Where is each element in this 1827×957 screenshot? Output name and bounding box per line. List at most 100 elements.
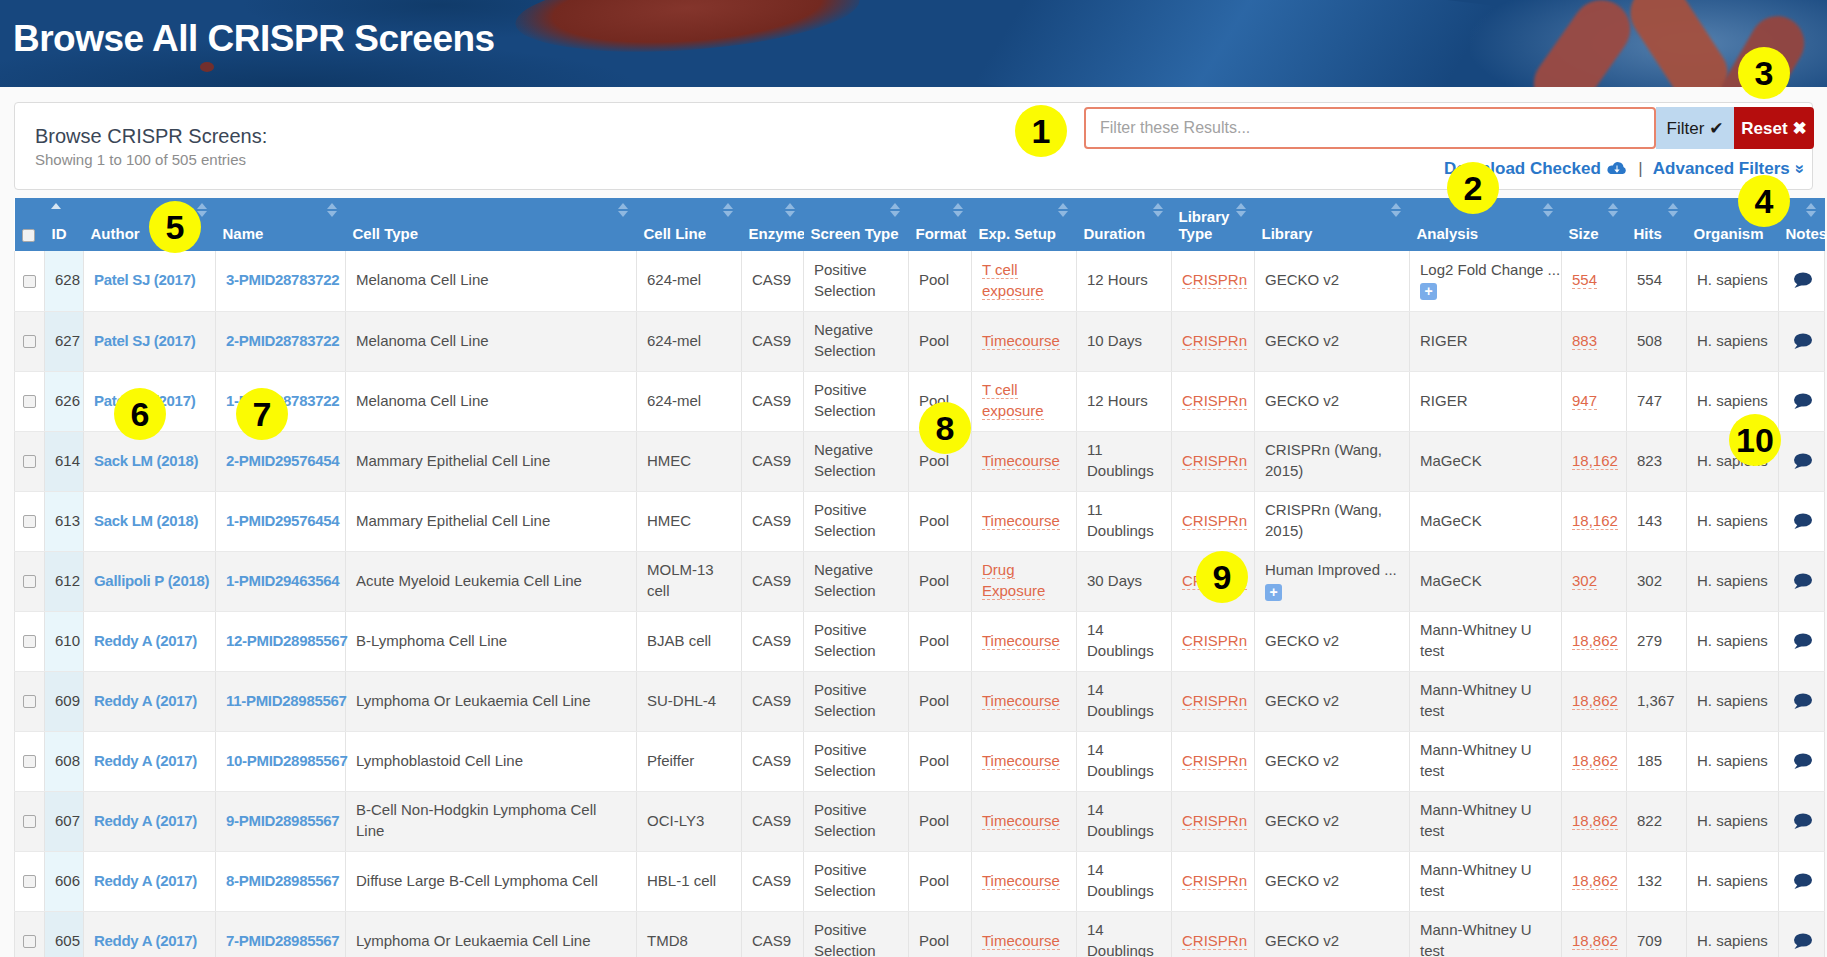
screen-name-link[interactable]: 3-PMID28783722 <box>226 271 339 288</box>
library-type-link[interactable]: CRISPRn <box>1182 692 1247 710</box>
row-checkbox[interactable] <box>23 875 36 888</box>
filter-input[interactable] <box>1084 107 1656 149</box>
author-link[interactable]: Reddy A (2017) <box>94 812 197 829</box>
exp-setup-link[interactable]: Timecourse <box>982 512 1060 530</box>
screen-name-link[interactable]: 11-PMID28985567 <box>226 692 347 709</box>
note-bubble-icon[interactable] <box>1791 513 1813 530</box>
author-link[interactable]: Reddy A (2017) <box>94 872 197 889</box>
exp-setup-link[interactable]: Timecourse <box>982 872 1060 890</box>
row-checkbox[interactable] <box>23 275 36 288</box>
note-bubble-icon[interactable] <box>1791 573 1813 590</box>
size-link[interactable]: 947 <box>1572 392 1597 410</box>
column-header-library-type[interactable]: Library Type <box>1172 198 1255 251</box>
column-header-cell-line[interactable]: Cell Line <box>637 198 742 251</box>
column-header-exp-setup[interactable]: Exp. Setup <box>972 198 1077 251</box>
screen-name-link[interactable]: 2-PMID29576454 <box>226 452 339 469</box>
size-link[interactable]: 554 <box>1572 271 1597 289</box>
note-bubble-icon[interactable] <box>1791 873 1813 890</box>
note-bubble-icon[interactable] <box>1791 333 1813 350</box>
column-header-library[interactable]: Library <box>1255 198 1410 251</box>
note-bubble-icon[interactable] <box>1791 753 1813 770</box>
author-link[interactable]: Reddy A (2017) <box>94 632 197 649</box>
library-type-link[interactable]: CRISPRn <box>1182 932 1247 950</box>
note-bubble-icon[interactable] <box>1791 693 1813 710</box>
reset-button[interactable]: Reset ✖ <box>1734 107 1814 149</box>
size-link[interactable]: 18,862 <box>1572 812 1618 830</box>
note-bubble-icon[interactable] <box>1791 272 1813 289</box>
size-link[interactable]: 18,862 <box>1572 932 1618 950</box>
exp-setup-link[interactable]: Timecourse <box>982 692 1060 710</box>
library-type-link[interactable]: CRISPRn <box>1182 812 1247 830</box>
screen-name-link[interactable]: 9-PMID28985567 <box>226 812 339 829</box>
library-type-link[interactable]: CRISPRn <box>1182 452 1247 470</box>
screen-name-link[interactable]: 10-PMID28985567 <box>226 752 347 769</box>
row-checkbox[interactable] <box>23 335 36 348</box>
author-link[interactable]: Reddy A (2017) <box>94 692 197 709</box>
author-link[interactable]: Patel SJ (2017) <box>94 271 195 288</box>
author-link[interactable]: Gallipoli P (2018) <box>94 572 209 589</box>
size-link[interactable]: 18,162 <box>1572 452 1618 470</box>
column-header-size[interactable]: Size <box>1562 198 1627 251</box>
screen-name-link[interactable]: 1-PMID29576454 <box>226 512 339 529</box>
author-link[interactable]: Reddy A (2017) <box>94 932 197 949</box>
column-header-cell-type[interactable]: Cell Type <box>346 198 637 251</box>
author-link[interactable]: Sack LM (2018) <box>94 512 198 529</box>
screen-name-link[interactable]: 7-PMID28985567 <box>226 932 339 949</box>
library-type-link[interactable]: CRISPRn <box>1182 632 1247 650</box>
screen-name-link[interactable]: 1-PMID29463564 <box>226 572 339 589</box>
author-link[interactable]: Sack LM (2018) <box>94 452 198 469</box>
exp-setup-link[interactable]: T cell exposure <box>982 381 1044 420</box>
row-checkbox[interactable] <box>23 515 36 528</box>
author-link[interactable]: Reddy A (2017) <box>94 752 197 769</box>
advanced-filters-link[interactable]: Advanced Filters » <box>1653 159 1804 178</box>
filter-button[interactable]: Filter ✔ <box>1656 107 1734 149</box>
library-type-link[interactable]: CRISPRn <box>1182 872 1247 890</box>
library-type-link[interactable]: CRISPRn <box>1182 752 1247 770</box>
size-link[interactable]: 18,162 <box>1572 512 1618 530</box>
select-all-checkbox[interactable] <box>22 229 35 242</box>
row-checkbox[interactable] <box>23 575 36 588</box>
row-checkbox[interactable] <box>23 755 36 768</box>
library-type-link[interactable]: CRISPRn <box>1182 392 1247 410</box>
exp-setup-link[interactable]: T cell exposure <box>982 261 1044 300</box>
column-header-duration[interactable]: Duration <box>1077 198 1172 251</box>
column-header-enzyme[interactable]: Enzyme <box>742 198 804 251</box>
note-bubble-icon[interactable] <box>1791 453 1813 470</box>
size-link[interactable]: 18,862 <box>1572 872 1618 890</box>
library-type-link[interactable]: CRISPRn <box>1182 512 1247 530</box>
exp-setup-link[interactable]: Timecourse <box>982 332 1060 350</box>
column-header-id[interactable]: ID <box>45 198 84 251</box>
screen-name-link[interactable]: 12-PMID28985567 <box>226 632 347 649</box>
column-header-hits[interactable]: Hits <box>1627 198 1687 251</box>
row-checkbox[interactable] <box>23 695 36 708</box>
row-checkbox[interactable] <box>23 395 36 408</box>
size-link[interactable]: 18,862 <box>1572 752 1618 770</box>
expand-plus-icon[interactable]: + <box>1265 584 1282 601</box>
expand-plus-icon[interactable]: + <box>1420 283 1437 300</box>
exp-setup-link[interactable]: Timecourse <box>982 452 1060 470</box>
size-link[interactable]: 18,862 <box>1572 692 1618 710</box>
row-checkbox[interactable] <box>23 935 36 948</box>
column-header-name[interactable]: Name <box>216 198 346 251</box>
note-bubble-icon[interactable] <box>1791 813 1813 830</box>
exp-setup-link[interactable]: Drug Exposure <box>982 561 1045 600</box>
exp-setup-link[interactable]: Timecourse <box>982 932 1060 950</box>
library-type-link[interactable]: CRISPRn <box>1182 271 1247 289</box>
exp-setup-link[interactable]: Timecourse <box>982 752 1060 770</box>
row-checkbox[interactable] <box>23 635 36 648</box>
screen-name-link[interactable]: 8-PMID28985567 <box>226 872 339 889</box>
author-link[interactable]: Patel SJ (2017) <box>94 332 195 349</box>
exp-setup-link[interactable]: Timecourse <box>982 812 1060 830</box>
row-checkbox[interactable] <box>23 815 36 828</box>
column-header-screen-type[interactable]: Screen Type <box>804 198 909 251</box>
note-bubble-icon[interactable] <box>1791 633 1813 650</box>
screen-name-link[interactable]: 2-PMID28783722 <box>226 332 339 349</box>
library-type-link[interactable]: CRISPRn <box>1182 332 1247 350</box>
size-link[interactable]: 883 <box>1572 332 1597 350</box>
note-bubble-icon[interactable] <box>1791 933 1813 950</box>
note-bubble-icon[interactable] <box>1791 393 1813 410</box>
row-checkbox[interactable] <box>23 455 36 468</box>
exp-setup-link[interactable]: Timecourse <box>982 632 1060 650</box>
size-link[interactable]: 18,862 <box>1572 632 1618 650</box>
size-link[interactable]: 302 <box>1572 572 1597 590</box>
